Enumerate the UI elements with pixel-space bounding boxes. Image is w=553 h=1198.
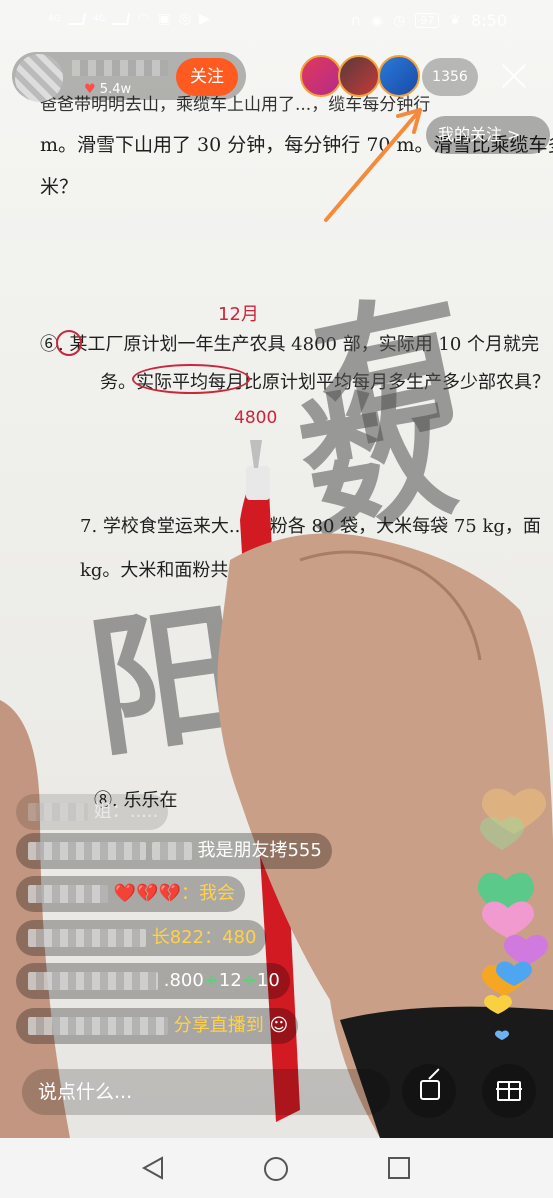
chat-message: 分享直播到 ☺ — [16, 1008, 299, 1044]
chat-message: .800÷12÷10 — [16, 963, 290, 999]
home-icon[interactable] — [262, 1155, 290, 1183]
signal-bars-icon — [67, 13, 86, 25]
chat-text: 12 — [218, 970, 242, 991]
share-icon — [420, 1080, 440, 1100]
username-blurred — [28, 842, 146, 860]
host-name-blurred — [72, 60, 168, 76]
gift-icon — [496, 1081, 522, 1101]
avatar[interactable] — [338, 55, 380, 97]
chat-text: 分享直播到 — [173, 1015, 264, 1036]
username-blurred — [28, 972, 158, 990]
app-notification-icon: ▶ — [199, 11, 210, 27]
eye-icon: ◉ — [370, 12, 384, 29]
clock: 8:50 — [471, 11, 507, 30]
recents-icon[interactable] — [386, 1155, 412, 1181]
headset-icon: ∩ — [350, 12, 361, 29]
comment-input[interactable]: 说点什么... — [22, 1069, 390, 1115]
likes-count: 5.4w — [99, 82, 132, 97]
follow-button[interactable]: 关注 — [176, 58, 238, 96]
close-icon[interactable] — [498, 60, 530, 92]
chat-message: 我是朋友拷555 — [16, 833, 332, 869]
app-notification-icon: ▣ — [157, 11, 171, 27]
avatar[interactable] — [15, 54, 63, 102]
host-likes: ♥ 5.4w — [84, 82, 131, 97]
wifi-icon: ◠ — [137, 11, 150, 27]
chat-message: ❤️💔💔：我会 — [16, 876, 245, 912]
chat-text: .800 — [163, 970, 204, 991]
alarm-icon: ◷ — [393, 12, 406, 29]
my-follow-button[interactable]: 我的关注 > — [426, 116, 550, 154]
back-icon[interactable] — [140, 1155, 166, 1181]
signal-icon: 4G — [92, 14, 106, 24]
heart-icon: ♥ — [84, 82, 96, 97]
chat-text: 长822：480 — [151, 927, 257, 948]
chat-text: 10 — [256, 970, 280, 991]
avatar[interactable] — [378, 55, 420, 97]
signal-icon: 4G — [48, 14, 61, 24]
chat-text: 我是朋友拷555 — [197, 840, 322, 861]
share-button[interactable] — [402, 1064, 456, 1118]
viewer-count[interactable]: 1356 — [422, 58, 478, 96]
heart-emoji-icon: ❤️💔💔 — [113, 883, 181, 904]
status-bar: 4G 4G ◠ ▣ ◎ ▶ ∩ ◉ ◷ 97 ❦ 8:50 — [0, 0, 553, 42]
signal-bars-icon — [112, 13, 131, 25]
battery-icon: 97 — [415, 13, 440, 28]
gift-button[interactable] — [482, 1064, 536, 1118]
chat-text: ：我会 — [180, 883, 235, 904]
username-blurred — [151, 842, 192, 860]
app-notification-icon: ◎ — [178, 11, 192, 27]
divide-symbol: ÷ — [203, 970, 219, 991]
chat-message: 长822：480 — [16, 920, 267, 956]
username-blurred — [28, 885, 108, 903]
divide-symbol: ÷ — [241, 970, 257, 991]
floating-hearts — [478, 788, 548, 1040]
system-nav-bar — [0, 1138, 553, 1198]
username-blurred — [28, 929, 146, 947]
username-blurred — [28, 1017, 168, 1035]
username-blurred — [28, 803, 88, 821]
chat-text: 姐：..... — [93, 801, 159, 822]
chat-message: 姐：..... — [16, 794, 169, 830]
leaf-icon: ❦ — [449, 12, 462, 29]
avatar[interactable] — [300, 55, 342, 97]
share-emoji-icon: ☺ — [269, 1015, 289, 1036]
